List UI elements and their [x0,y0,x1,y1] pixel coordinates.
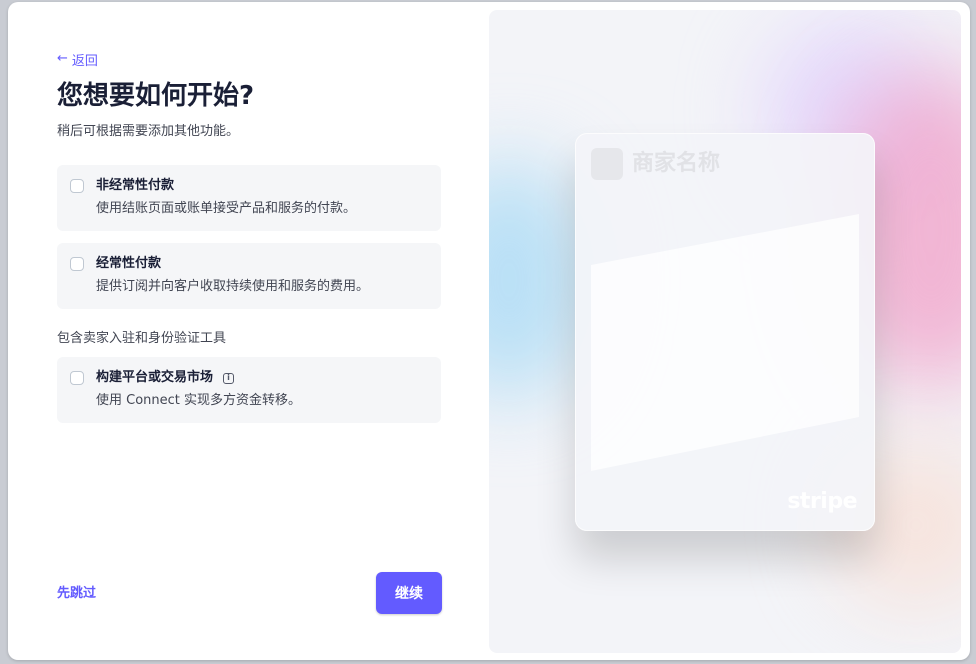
skip-link[interactable]: 先跳过 [57,584,96,604]
option-title-row: 构建平台或交易市场 i [96,369,235,387]
checkout-preview-panel: 商家名称 stripe [489,10,961,653]
preview-content-placeholder [591,214,859,471]
option-description: 使用 Connect 实现多方资金转移。 [96,393,302,408]
stripe-logo: stripe [787,489,857,514]
background-gradient [489,160,589,400]
checkbox-platform-marketplace[interactable] [70,371,84,385]
preview-card: 商家名称 stripe [575,133,875,531]
onboarding-dialog: ← 返回 您想要如何开始? 稍后可根据需要添加其他功能。 非经常性付款 使用结账… [8,2,970,660]
page-subtitle: 稍后可根据需要添加其他功能。 [57,124,240,139]
option-description: 使用结账页面或账单接受产品和服务的付款。 [96,201,357,216]
option-title: 非经常性付款 [96,178,175,193]
back-link[interactable]: ← 返回 [57,51,98,69]
checkbox-recurring-payments[interactable] [70,257,84,271]
option-title: 经常性付款 [96,256,162,271]
platform-section-label: 包含卖家入驻和身份验证工具 [57,331,227,346]
option-title: 构建平台或交易市场 [96,370,214,385]
continue-button[interactable]: 继续 [376,572,442,614]
checkbox-one-time-payments[interactable] [70,179,84,193]
info-icon[interactable]: i [223,372,235,384]
arrow-left-icon: ← [57,51,68,66]
option-recurring-payments[interactable]: 经常性付款 提供订阅并向客户收取持续使用和服务的费用。 [57,243,441,309]
option-platform-marketplace[interactable]: 构建平台或交易市场 i 使用 Connect 实现多方资金转移。 [57,357,441,423]
back-label: 返回 [71,53,98,69]
page-title: 您想要如何开始? [57,81,255,111]
option-description: 提供订阅并向客户收取持续使用和服务的费用。 [96,279,370,294]
option-one-time-payments[interactable]: 非经常性付款 使用结账页面或账单接受产品和服务的付款。 [57,165,441,231]
setup-panel: ← 返回 您想要如何开始? 稍后可根据需要添加其他功能。 非经常性付款 使用结账… [8,2,488,660]
